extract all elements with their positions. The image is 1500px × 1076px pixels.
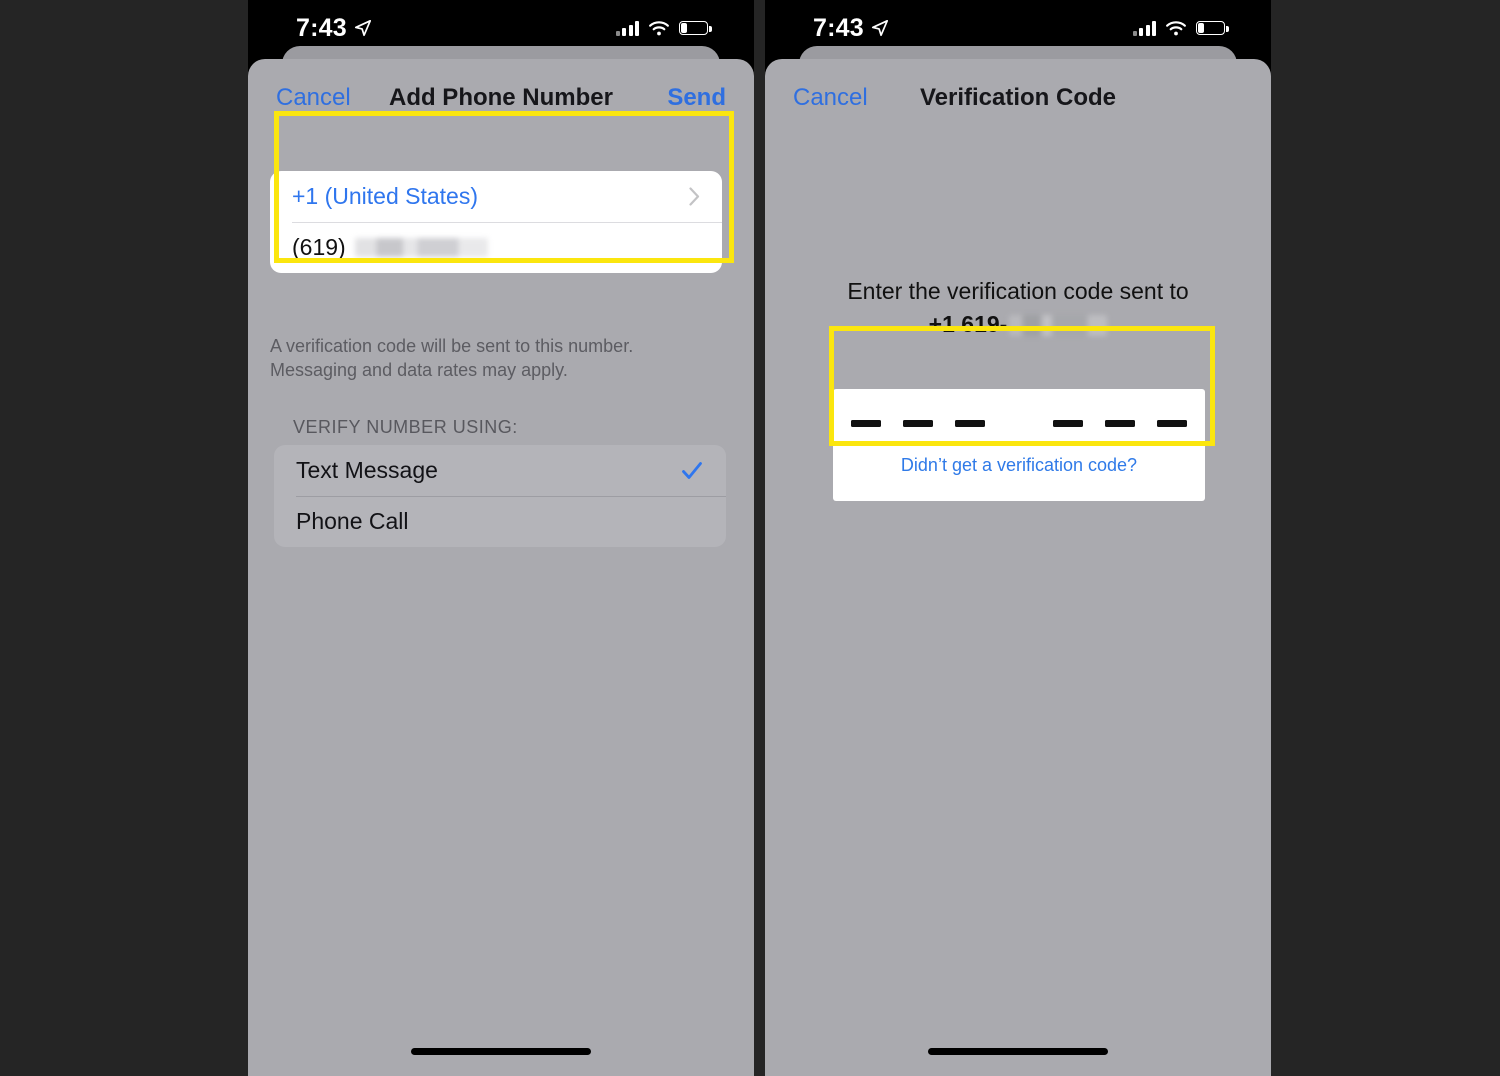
location-arrow-icon	[354, 19, 371, 37]
redacted-phone-number	[1009, 314, 1108, 336]
nav-bar-add-phone: Cancel Add Phone Number Send	[248, 59, 754, 137]
helper-line-1: A verification code will be sent to this…	[270, 336, 634, 356]
resend-code-link[interactable]: Didn’t get a verification code?	[901, 455, 1137, 476]
checkmark-icon	[682, 461, 702, 479]
verify-method-card: Text Message Phone Call	[274, 445, 726, 547]
helper-line-2: Messaging and data rates may apply.	[270, 359, 568, 380]
code-digit-1[interactable]	[851, 420, 881, 427]
verify-option-label: Phone Call	[296, 508, 409, 534]
verification-code-sheet: Cancel Verification Code Enter the verif…	[765, 59, 1271, 1076]
verification-target-number: +1 619-	[765, 308, 1271, 341]
status-bar-left-group: 7:43	[296, 14, 372, 43]
chevron-right-icon	[689, 187, 700, 206]
battery-icon	[679, 21, 712, 35]
verify-option-label: Text Message	[296, 457, 438, 483]
location-arrow-icon	[871, 19, 888, 37]
verify-section-header: VERIFY NUMBER USING:	[293, 417, 518, 437]
verify-option-phone-call[interactable]: Phone Call	[274, 496, 726, 547]
cellular-signal-icon	[1132, 20, 1156, 36]
wifi-icon	[1166, 21, 1186, 36]
cellular-signal-icon	[615, 20, 639, 36]
redacted-phone-number	[354, 238, 488, 257]
cancel-button[interactable]: Cancel	[793, 84, 868, 112]
screenshot-stage: 7:43 Cancel Add Phone Number Send +1 (Un…	[0, 0, 1500, 1076]
number-prefix: +1 619-	[928, 311, 1008, 338]
verification-code-input-card[interactable]: Didn’t get a verification code?	[833, 389, 1205, 501]
add-phone-number-sheet: Cancel Add Phone Number Send +1 (United …	[248, 59, 754, 1076]
wifi-icon	[649, 21, 669, 36]
battery-icon	[1196, 21, 1229, 35]
code-digit-6[interactable]	[1157, 420, 1187, 427]
home-indicator-left	[411, 1048, 591, 1055]
phone-right: 7:43 Cancel Verification Code Enter the …	[765, 0, 1271, 1076]
status-time: 7:43	[813, 13, 864, 42]
code-digit-5[interactable]	[1105, 420, 1135, 427]
verification-prompt-line: Enter the verification code sent to	[847, 278, 1189, 304]
status-bar-right: 7:43	[765, 0, 1271, 56]
phone-left: 7:43 Cancel Add Phone Number Send +1 (Un…	[248, 0, 754, 1076]
cancel-button[interactable]: Cancel	[276, 84, 351, 112]
code-digit-group[interactable]	[851, 420, 1187, 427]
status-bar-right-group	[615, 20, 712, 36]
status-time: 7:43	[296, 13, 347, 42]
status-bar-left-group: 7:43	[813, 14, 889, 43]
area-code-text: (619)	[292, 234, 346, 260]
home-indicator-right	[928, 1048, 1108, 1055]
form-helper-text: A verification code will be sent to this…	[270, 335, 722, 383]
status-bar-right-group	[1132, 20, 1229, 36]
phone-number-row[interactable]: (619)	[270, 222, 722, 273]
nav-bar-verification: Cancel Verification Code	[765, 59, 1271, 137]
code-digit-4[interactable]	[1053, 420, 1083, 427]
send-button[interactable]: Send	[667, 84, 726, 112]
code-digit-2[interactable]	[903, 420, 933, 427]
country-code-row[interactable]: +1 (United States)	[270, 171, 722, 222]
status-bar-left: 7:43	[248, 0, 754, 56]
verify-option-text-message[interactable]: Text Message	[274, 445, 726, 496]
code-digit-3[interactable]	[955, 420, 985, 427]
verification-prompt: Enter the verification code sent to +1 6…	[765, 275, 1271, 342]
country-code-label: +1 (United States)	[292, 183, 479, 209]
phone-number-form-card: +1 (United States) (619)	[270, 171, 722, 273]
